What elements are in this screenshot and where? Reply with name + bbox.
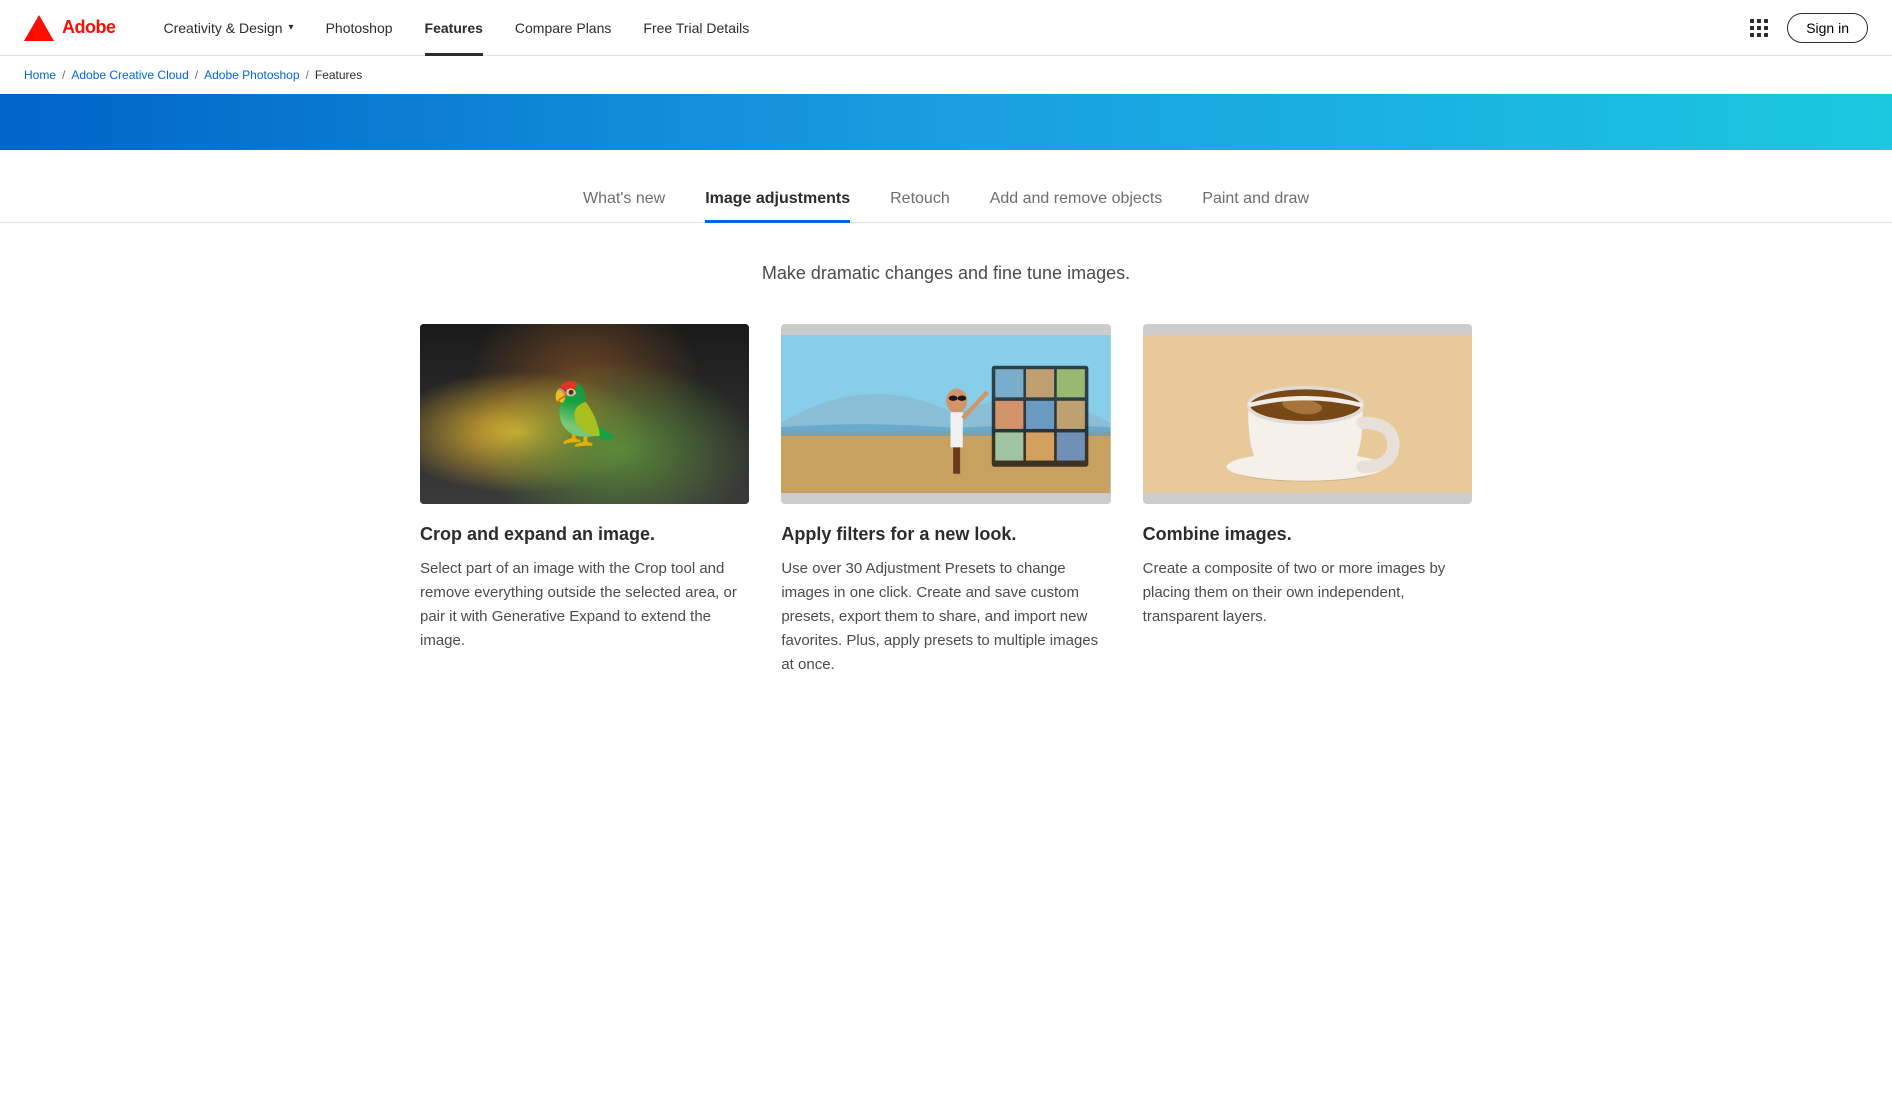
card-combine-title: Combine images. — [1143, 524, 1472, 545]
beach-svg — [781, 324, 1110, 504]
coffee-svg — [1143, 324, 1472, 504]
photoshop-label: Photoshop — [326, 20, 393, 36]
card-crop: Crop and expand an image. Select part of… — [420, 324, 749, 677]
card-filters-title: Apply filters for a new look. — [781, 524, 1110, 545]
cards-grid: Crop and expand an image. Select part of… — [396, 324, 1496, 677]
tab-whats-new[interactable]: What's new — [583, 190, 665, 222]
breadcrumb-photoshop[interactable]: Adobe Photoshop — [204, 68, 299, 82]
card-filters-image — [781, 324, 1110, 504]
nav-right: Sign in — [1747, 13, 1868, 43]
breadcrumb-sep-3: / — [306, 68, 309, 82]
card-crop-title: Crop and expand an image. — [420, 524, 749, 545]
card-combine-desc: Create a composite of two or more images… — [1143, 557, 1472, 629]
breadcrumb-sep-1: / — [62, 68, 65, 82]
card-combine-image — [1143, 324, 1472, 504]
tab-retouch[interactable]: Retouch — [890, 190, 950, 222]
card-crop-desc: Select part of an image with the Crop to… — [420, 557, 749, 653]
breadcrumb-creative-cloud[interactable]: Adobe Creative Cloud — [71, 68, 188, 82]
nav-compare-plans[interactable]: Compare Plans — [499, 0, 628, 56]
breadcrumb-sep-2: / — [195, 68, 198, 82]
card-filters-desc: Use over 30 Adjustment Presets to change… — [781, 557, 1110, 677]
toucan-svg — [420, 324, 749, 504]
adobe-wordmark: Adobe — [62, 17, 116, 38]
adobe-logo[interactable]: Adobe — [24, 15, 116, 41]
nav-links: Creativity & Design ▾ Photoshop Features… — [148, 0, 1748, 56]
card-combine: Combine images. Create a composite of tw… — [1143, 324, 1472, 677]
features-label: Features — [425, 20, 483, 36]
chevron-down-icon: ▾ — [289, 22, 294, 33]
breadcrumb-current: Features — [315, 68, 362, 82]
nav-photoshop[interactable]: Photoshop — [310, 0, 409, 56]
tabs-section: What's new Image adjustments Retouch Add… — [0, 150, 1892, 284]
breadcrumb: Home / Adobe Creative Cloud / Adobe Phot… — [0, 56, 1892, 94]
compare-plans-label: Compare Plans — [515, 20, 612, 36]
tab-paint-draw[interactable]: Paint and draw — [1202, 190, 1309, 222]
adobe-logo-icon — [24, 15, 54, 41]
nav-features[interactable]: Features — [409, 0, 499, 56]
free-trial-label: Free Trial Details — [643, 20, 749, 36]
toucan-image — [420, 324, 749, 504]
tab-add-remove-objects[interactable]: Add and remove objects — [990, 190, 1163, 222]
nav-creativity-design[interactable]: Creativity & Design ▾ — [148, 0, 310, 56]
creativity-design-label: Creativity & Design — [164, 20, 283, 36]
card-filters: Apply filters for a new look. Use over 3… — [781, 324, 1110, 677]
tabs-navigation: What's new Image adjustments Retouch Add… — [0, 190, 1892, 223]
apps-grid-icon[interactable] — [1747, 16, 1771, 40]
card-crop-image — [420, 324, 749, 504]
section-subtitle: Make dramatic changes and fine tune imag… — [762, 263, 1130, 284]
hero-banner — [0, 94, 1892, 150]
nav-free-trial[interactable]: Free Trial Details — [627, 0, 765, 56]
tab-image-adjustments[interactable]: Image adjustments — [705, 190, 850, 222]
main-navigation: Adobe Creativity & Design ▾ Photoshop Fe… — [0, 0, 1892, 56]
sign-in-button[interactable]: Sign in — [1787, 13, 1868, 43]
breadcrumb-home[interactable]: Home — [24, 68, 56, 82]
